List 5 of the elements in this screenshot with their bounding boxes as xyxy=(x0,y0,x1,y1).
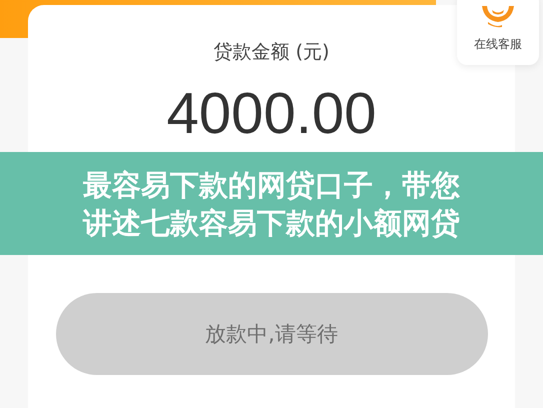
loan-label: 贷款金额 (元) xyxy=(214,40,330,65)
banner-title: 最容易下款的网贷口子，带您 xyxy=(83,166,460,204)
support-button[interactable]: 在线客服 xyxy=(457,0,539,65)
banner-title: 讲述七款容易下款的小额网贷 xyxy=(83,204,460,242)
loan-amount: 4000.00 xyxy=(166,85,376,143)
